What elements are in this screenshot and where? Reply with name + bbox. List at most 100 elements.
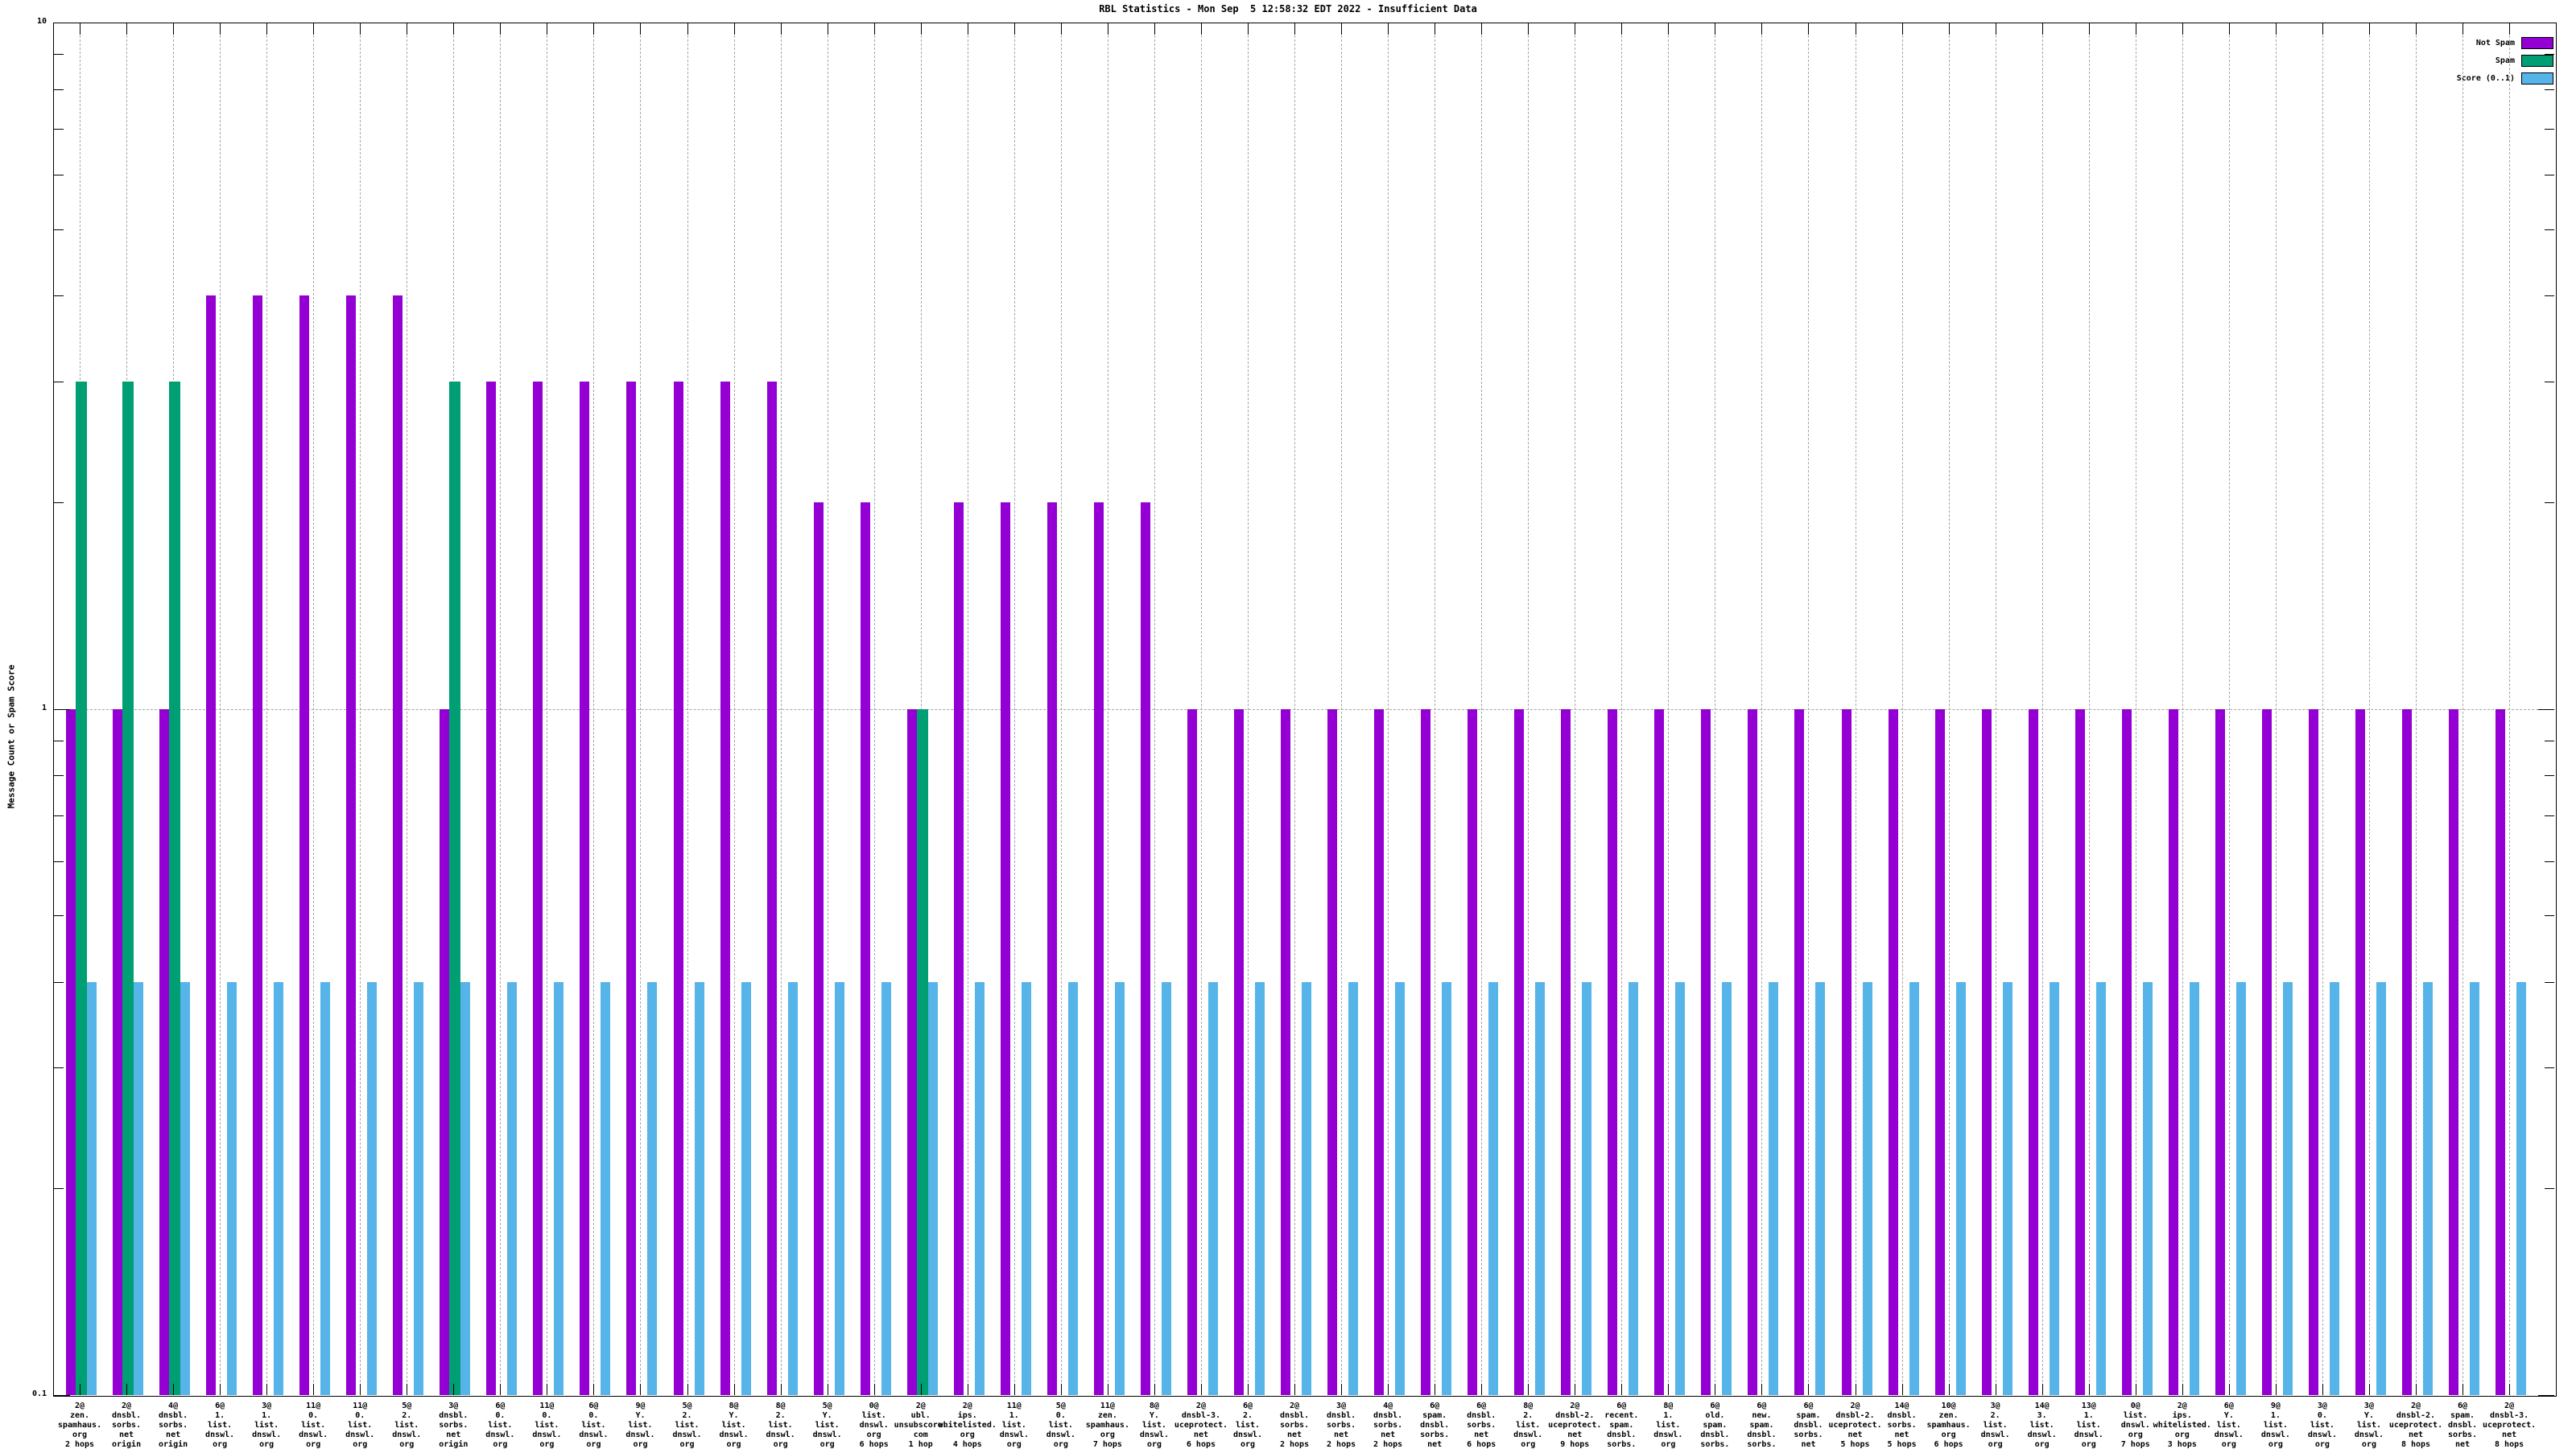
bar-not-spam (1281, 708, 1291, 1395)
bar-not-spam (1327, 708, 1338, 1395)
x-tick-bottom (780, 1384, 782, 1395)
bar-not-spam (1841, 708, 1852, 1395)
gridline-x (593, 23, 595, 1394)
bar-not-spam (1187, 708, 1197, 1395)
x-tick-bottom (873, 1384, 875, 1395)
y-tick-minor (2545, 815, 2554, 816)
bar-not-spam (1140, 502, 1150, 1395)
bar-not-spam (2215, 708, 2225, 1395)
bar-score (1208, 981, 1218, 1395)
x-tick-bottom (2088, 1384, 2090, 1395)
x-tick-top (1808, 23, 1810, 35)
bar-score (87, 981, 97, 1395)
bar-score (694, 981, 704, 1395)
gridline-x (640, 23, 642, 1394)
x-tick-top (1528, 23, 1530, 35)
x-tick-top (453, 23, 455, 35)
bar-not-spam (860, 502, 870, 1395)
bar-not-spam (766, 381, 777, 1395)
x-tick-top (1341, 23, 1343, 35)
x-tick-bottom (453, 1384, 455, 1395)
x-tick-bottom (2509, 1384, 2511, 1395)
x-tick-top (1668, 23, 1670, 35)
x-tick-bottom (1808, 1384, 1810, 1395)
x-tick-top (2088, 23, 2090, 35)
bar-score (1067, 981, 1078, 1395)
x-tick-top (126, 23, 128, 35)
x-tick-bottom (2322, 1384, 2323, 1395)
gridline-x (687, 23, 688, 1394)
bar-not-spam (1981, 708, 1992, 1395)
gridline-x (2041, 23, 2043, 1394)
x-tick-bottom (1013, 1384, 1015, 1395)
y-tick-minor (54, 775, 64, 777)
x-tick-top (873, 23, 875, 35)
bar-score (320, 981, 331, 1395)
gridline-x (2088, 23, 2090, 1394)
y-tick-minor (2545, 1067, 2554, 1069)
bar-not-spam (1421, 708, 1431, 1395)
x-tick-bottom (1200, 1384, 1202, 1395)
gridline-x (220, 23, 221, 1394)
bar-score (367, 981, 378, 1395)
gridline-x (780, 23, 782, 1394)
gridline-x (1060, 23, 1062, 1394)
y-tick-minor (54, 89, 64, 90)
y-tick-minor (54, 815, 64, 816)
x-tick-top (360, 23, 361, 35)
bar-spam (76, 381, 87, 1395)
bar-not-spam (1561, 708, 1571, 1395)
bar-spam (916, 708, 928, 1395)
bar-not-spam (1093, 502, 1104, 1395)
bar-score (2002, 981, 2013, 1395)
bar-not-spam (1794, 708, 1805, 1395)
bar-score (2423, 981, 2433, 1395)
bar-not-spam (673, 381, 683, 1395)
bar-not-spam (393, 295, 403, 1395)
gridline-x (1248, 23, 1249, 1394)
bar-not-spam (346, 295, 357, 1395)
bar-not-spam (2449, 708, 2459, 1395)
legend: Not Spam Spam Score (0..1) (2289, 34, 2553, 87)
legend-label: Score (0..1) (2456, 73, 2515, 83)
x-tick-label: 2@ dnsbl-3. uceprotect. net 8 hops (2482, 1402, 2537, 1449)
legend-swatch (2521, 72, 2553, 85)
gridline-x (1621, 23, 1623, 1394)
bar-score (1255, 981, 1265, 1395)
bar-spam (122, 381, 134, 1395)
x-tick-bottom (2416, 1384, 2417, 1395)
bar-not-spam (1748, 708, 1758, 1395)
bar-not-spam (1000, 502, 1010, 1395)
bar-score (414, 981, 424, 1395)
gridline-x (1154, 23, 1155, 1394)
y-tick-minor (2545, 54, 2554, 55)
bar-not-spam (2168, 708, 2178, 1395)
x-tick-top (220, 23, 221, 35)
y-tick-major (2538, 708, 2554, 710)
legend-row: Score (0..1) (2289, 69, 2553, 87)
bar-score (2282, 981, 2293, 1395)
bar-score (2516, 981, 2527, 1395)
bar-score (601, 981, 611, 1395)
gridline-x (2228, 23, 2230, 1394)
gridline-x (2509, 23, 2511, 1394)
gridline-x (1013, 23, 1015, 1394)
gridline-x (1200, 23, 1202, 1394)
x-tick-bottom (266, 1384, 268, 1395)
bar-score (507, 981, 518, 1395)
bar-not-spam (1701, 708, 1711, 1395)
y-tick-minor (54, 54, 64, 55)
legend-label: Spam (2495, 56, 2515, 65)
gridline-x (2322, 23, 2323, 1394)
x-tick-top (2416, 23, 2417, 35)
bar-not-spam (440, 708, 450, 1395)
y-tick-minor (2545, 89, 2554, 90)
x-tick-top (313, 23, 315, 35)
gridline-x (1901, 23, 1903, 1394)
chart-title: RBL Statistics - Mon Sep 5 12:58:32 EDT … (1099, 3, 1477, 14)
bar-score (1021, 981, 1031, 1395)
x-tick-top (1060, 23, 1062, 35)
bar-not-spam (1234, 708, 1244, 1395)
bar-score (274, 981, 284, 1395)
bar-not-spam (533, 381, 543, 1395)
